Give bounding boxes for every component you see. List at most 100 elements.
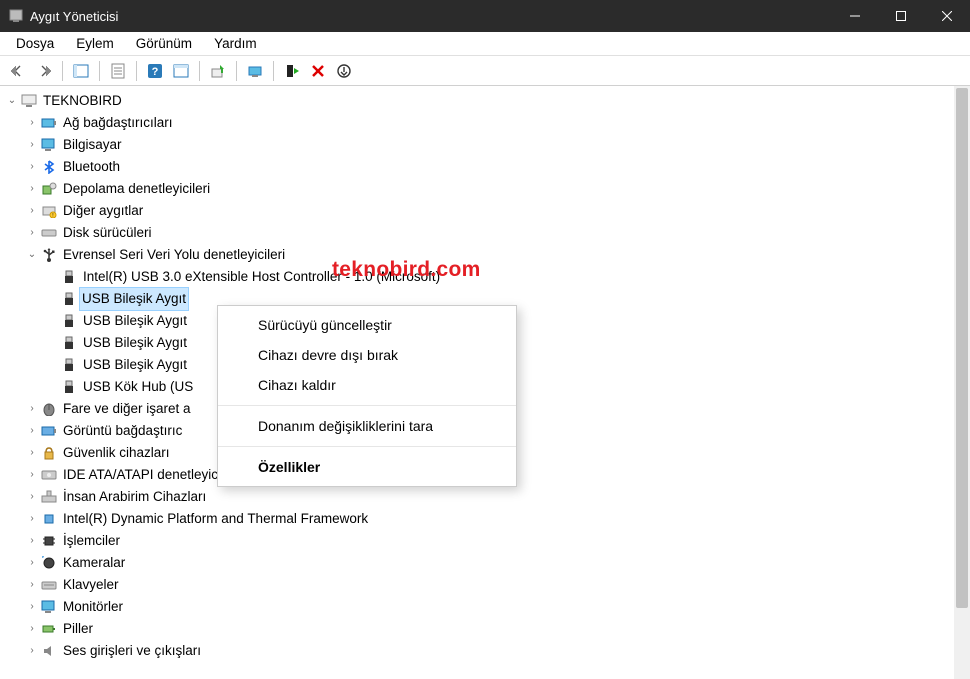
chevron-right-icon[interactable]: › (24, 577, 40, 593)
chevron-right-icon[interactable]: › (24, 489, 40, 505)
context-menu: Sürücüyü güncelleştir Cihazı devre dışı … (217, 305, 517, 487)
toolbar-separator (99, 61, 100, 81)
computer-icon (20, 93, 38, 109)
tree-category-other[interactable]: › ! Diğer aygıtlar (0, 200, 970, 222)
menu-view[interactable]: Görünüm (126, 34, 202, 53)
tree-item-label: USB Bileşik Aygıt (82, 310, 188, 332)
tree-category-monitors[interactable]: › Monitörler (0, 596, 970, 618)
forward-button[interactable] (32, 59, 56, 83)
tree-item-label: Kameralar (62, 552, 126, 574)
chevron-right-icon[interactable]: › (24, 533, 40, 549)
tree-category-usb[interactable]: ⌄ Evrensel Seri Veri Yolu denetleyiciler… (0, 244, 970, 266)
chevron-right-icon[interactable]: › (24, 599, 40, 615)
tree-category-intel-dptf[interactable]: › Intel(R) Dynamic Platform and Thermal … (0, 508, 970, 530)
display-adapter-icon (40, 423, 58, 439)
disable-device-button[interactable] (332, 59, 356, 83)
chevron-right-icon[interactable]: › (24, 445, 40, 461)
toolbar-separator (62, 61, 63, 81)
close-button[interactable] (924, 0, 970, 32)
tree-item-label: Bluetooth (62, 156, 121, 178)
disk-drive-icon (40, 225, 58, 241)
tree-item-label: USB Bileşik Aygıt (82, 332, 188, 354)
chevron-right-icon[interactable]: › (24, 137, 40, 153)
ctx-update-driver[interactable]: Sürücüyü güncelleştir (218, 310, 516, 340)
tree-item-label: USB Bileşik Aygıt (79, 287, 189, 311)
tree-item-label: USB Bileşik Aygıt (82, 354, 188, 376)
uninstall-device-button[interactable] (306, 59, 330, 83)
usb-device-icon (60, 379, 78, 395)
maximize-button[interactable] (878, 0, 924, 32)
network-adapter-icon (40, 115, 58, 131)
tree-item-label: Ağ bağdaştırıcıları (62, 112, 174, 134)
menu-action[interactable]: Eylem (66, 34, 124, 53)
tree-category-bluetooth[interactable]: › Bluetooth (0, 156, 970, 178)
tree-category-sound[interactable]: › Ses girişleri ve çıkışları (0, 640, 970, 662)
app-icon (8, 8, 24, 24)
tree-item-label: Disk sürücüleri (62, 222, 153, 244)
tree-item-label: Görüntü bağdaştırıc (62, 420, 183, 442)
minimize-button[interactable] (832, 0, 878, 32)
properties-button[interactable] (106, 59, 130, 83)
help-button[interactable]: ? (143, 59, 167, 83)
ctx-scan-hardware[interactable]: Donanım değişikliklerini tara (218, 411, 516, 441)
chevron-right-icon[interactable]: › (24, 401, 40, 417)
tree-category-hid[interactable]: › İnsan Arabirim Cihazları (0, 486, 970, 508)
menubar: Dosya Eylem Görünüm Yardım (0, 32, 970, 56)
camera-icon (40, 555, 58, 571)
tree-root[interactable]: ⌄ TEKNOBIRD (0, 90, 970, 112)
tree-category-storage[interactable]: › Depolama denetleyicileri (0, 178, 970, 200)
chevron-down-icon[interactable]: ⌄ (24, 247, 40, 263)
processor-icon (40, 533, 58, 549)
system-device-icon (40, 511, 58, 527)
ctx-disable-device[interactable]: Cihazı devre dışı bırak (218, 340, 516, 370)
menu-help[interactable]: Yardım (204, 34, 267, 53)
ctx-properties[interactable]: Özellikler (218, 452, 516, 482)
tree-category-computer[interactable]: › Bilgisayar (0, 134, 970, 156)
show-hide-tree-button[interactable] (69, 59, 93, 83)
tree-device-usb-host-controller[interactable]: Intel(R) USB 3.0 eXtensible Host Control… (0, 266, 970, 288)
usb-device-icon (60, 291, 78, 307)
enable-device-button[interactable] (280, 59, 304, 83)
chevron-down-icon[interactable]: ⌄ (4, 93, 20, 109)
back-button[interactable] (6, 59, 30, 83)
usb-device-icon (60, 335, 78, 351)
chevron-right-icon[interactable]: › (24, 423, 40, 439)
computer-icon (40, 137, 58, 153)
titlebar: Aygıt Yöneticisi (0, 0, 970, 32)
tree-item-label: İnsan Arabirim Cihazları (62, 486, 207, 508)
ide-controller-icon (40, 467, 58, 483)
scan-hardware-button[interactable] (243, 59, 267, 83)
other-devices-icon: ! (40, 203, 58, 219)
chevron-right-icon[interactable]: › (24, 621, 40, 637)
menu-file[interactable]: Dosya (6, 34, 64, 53)
action-button[interactable] (169, 59, 193, 83)
tree-category-cameras[interactable]: › Kameralar (0, 552, 970, 574)
tree-category-batteries[interactable]: › Piller (0, 618, 970, 640)
tree-item-label: Depolama denetleyicileri (62, 178, 211, 200)
chevron-right-icon[interactable]: › (24, 115, 40, 131)
tree-item-label: Ses girişleri ve çıkışları (62, 640, 202, 662)
usb-device-icon (60, 269, 78, 285)
chevron-right-icon[interactable]: › (24, 159, 40, 175)
chevron-right-icon[interactable]: › (24, 511, 40, 527)
tree-category-keyboards[interactable]: › Klavyeler (0, 574, 970, 596)
usb-controller-icon (40, 247, 58, 263)
chevron-right-icon[interactable]: › (24, 181, 40, 197)
toolbar-separator (199, 61, 200, 81)
chevron-right-icon[interactable]: › (24, 643, 40, 659)
tree-item-label: Piller (62, 618, 94, 640)
tree-item-label: Evrensel Seri Veri Yolu denetleyicileri (62, 244, 286, 266)
tree-category-network[interactable]: › Ağ bağdaştırıcıları (0, 112, 970, 134)
tree-category-disk[interactable]: › Disk sürücüleri (0, 222, 970, 244)
tree-item-label: IDE ATA/ATAPI denetleyiciler (62, 464, 237, 486)
tree-category-processors[interactable]: › İşlemciler (0, 530, 970, 552)
update-driver-button[interactable] (206, 59, 230, 83)
bluetooth-icon (40, 159, 58, 175)
mouse-icon (40, 401, 58, 417)
chevron-right-icon[interactable]: › (24, 225, 40, 241)
chevron-right-icon[interactable]: › (24, 203, 40, 219)
chevron-right-icon[interactable]: › (24, 555, 40, 571)
usb-device-icon (60, 357, 78, 373)
ctx-uninstall-device[interactable]: Cihazı kaldır (218, 370, 516, 400)
chevron-right-icon[interactable]: › (24, 467, 40, 483)
